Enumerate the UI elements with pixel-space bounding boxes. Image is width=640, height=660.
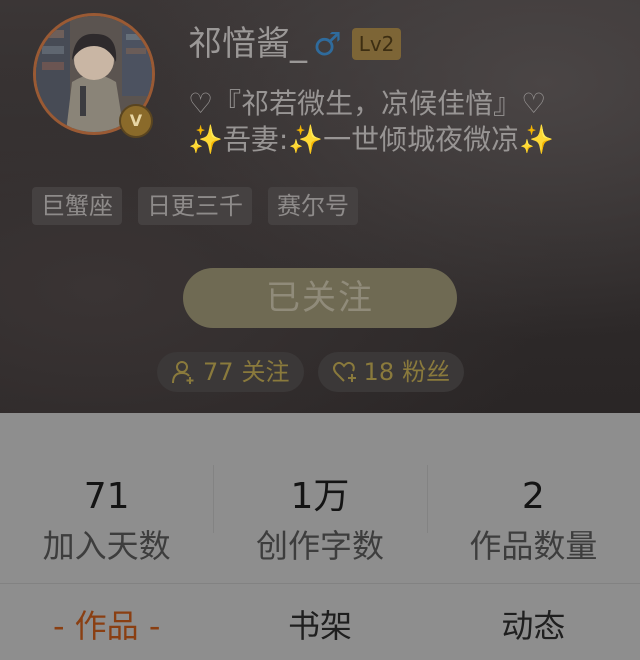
person-add-icon	[171, 359, 197, 385]
following-label: 关注	[241, 358, 290, 386]
fans-count: 18	[363, 358, 395, 386]
fans-label: 粉丝	[402, 358, 451, 386]
tab-bookshelf[interactable]: 书架	[213, 584, 426, 660]
following-count-button[interactable]: 77 关注	[157, 352, 304, 392]
stats-bar: 71 加入天数 1万 创作字数 2 作品数量	[0, 413, 640, 584]
avatar-container[interactable]: V	[33, 13, 155, 138]
tag-item: 赛尔号	[268, 187, 358, 225]
name-row: 祁愔酱_ ♂ Lv2	[188, 20, 402, 68]
tab-activity[interactable]: 动态	[427, 584, 640, 660]
stat-value: 2	[521, 476, 545, 517]
username: 祁愔酱_	[188, 24, 307, 64]
profile-page: V 祁愔酱_ ♂ Lv2 ♡『祁若微生，凉候佳愔』♡ ✨吾妻:✨一世倾城夜微凉✨…	[0, 0, 640, 660]
stat-label: 加入天数	[42, 527, 171, 565]
tab-bar: - 作品 - 书架 动态	[0, 584, 640, 660]
vip-badge-icon: V	[119, 104, 153, 138]
stat-join-days: 71 加入天数	[0, 413, 213, 583]
fans-count-button[interactable]: 18 粉丝	[317, 352, 465, 392]
profile-header: V 祁愔酱_ ♂ Lv2 ♡『祁若微生，凉候佳愔』♡ ✨吾妻:✨一世倾城夜微凉✨…	[0, 0, 640, 413]
following-count: 77	[203, 358, 234, 386]
follow-counts: 77 关注 18 粉丝	[157, 352, 465, 392]
bio-line-1: ♡『祁若微生，凉候佳愔』♡	[188, 87, 547, 120]
tab-works[interactable]: - 作品 -	[0, 584, 213, 660]
bio-line-2: ✨吾妻:✨一世倾城夜微凉✨	[188, 123, 555, 156]
stat-word-count: 1万 创作字数	[213, 413, 426, 583]
stat-label: 作品数量	[469, 527, 598, 565]
male-icon: ♂	[313, 25, 342, 63]
tag-item: 巨蟹座	[32, 187, 122, 225]
level-badge: Lv2	[351, 28, 402, 60]
stat-value: 1万	[290, 476, 350, 517]
stat-works-count: 2 作品数量	[426, 413, 640, 583]
tag-list: 巨蟹座 日更三千 赛尔号	[32, 187, 358, 225]
tag-item: 日更三千	[138, 187, 252, 225]
stat-value: 71	[83, 476, 130, 517]
stat-label: 创作字数	[255, 527, 384, 565]
heart-add-icon	[332, 359, 358, 385]
followed-button[interactable]: 已关注	[183, 268, 457, 328]
